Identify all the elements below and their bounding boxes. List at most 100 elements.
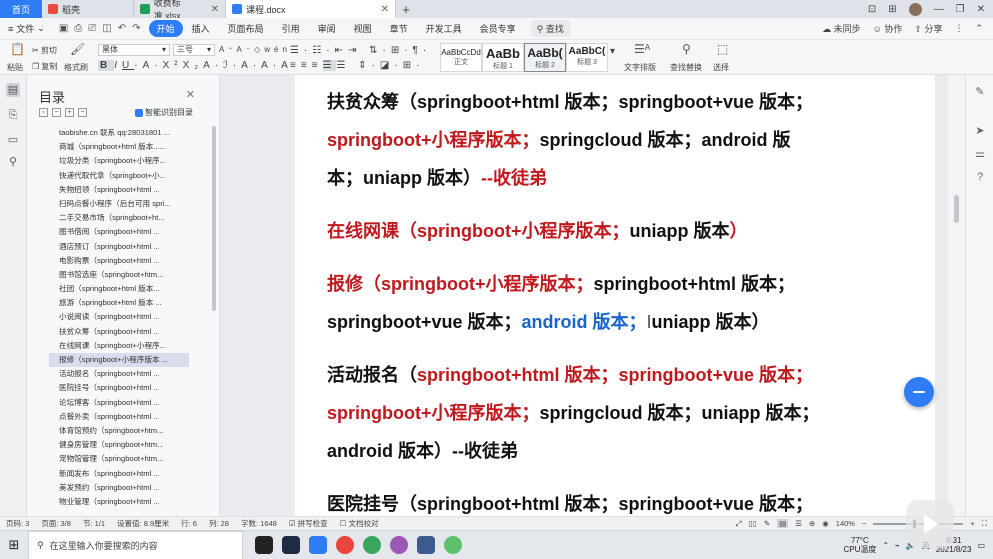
toc-collapse-icon[interactable]: − [52,108,61,117]
menu-review[interactable]: 审阅 [309,22,345,35]
toc-item[interactable]: 旅游（springboot+html 版本 ... [49,296,189,310]
zoom-value[interactable]: 140% [836,519,855,528]
list-buttons[interactable]: ☰·☷·⇤⇥ ⇅·⊞·¶· [290,45,431,56]
chevron-up-icon[interactable]: ⌃ [975,23,983,34]
toc-item[interactable]: 美发预约（springboot+html ... [49,481,189,495]
toc-item[interactable]: 新闻发布（springboot+html ... [49,467,189,481]
smart-toc-button[interactable]: 智能识别目录 [135,107,193,118]
print-icon[interactable]: ⎚ [88,23,96,34]
toc-item[interactable]: taobishe.cn 联系 qq:28031801 ... [49,126,189,140]
status-words[interactable]: 字数: 1648 [235,518,283,529]
toc-item[interactable]: 宠物馆管理（springboot+htm... [49,452,189,466]
search-icon[interactable]: ⚲ [6,155,20,169]
styles-more-icon[interactable]: ▾ [610,46,615,57]
document-line[interactable]: springboot+小程序版本；springcloud 版本；android … [327,121,847,159]
paste-button[interactable]: 粘贴 [7,62,23,73]
wps-writer-icon[interactable] [309,536,327,554]
toc-item[interactable]: 图书馆选座（springboot+htm... [49,268,189,282]
text-layout-icon[interactable]: ☰ᴬ [634,42,650,56]
menu-start[interactable]: 开始 [148,20,183,37]
font-size-adjust[interactable]: A⁺A⁻◇wén [219,45,291,54]
edit-mode-icon[interactable]: ✎ [764,519,770,528]
document-scrollbar[interactable] [948,75,965,516]
toc-item[interactable]: 点餐外卖（springboot+html ... [49,410,189,424]
format-painter-button[interactable]: 格式刷 [64,62,88,73]
toc-item[interactable]: 医院挂号（springboot+html ... [49,381,189,395]
reading-mode-icon[interactable]: ▯▯ [749,519,757,528]
find-replace-button[interactable]: 查找替换 [670,62,702,73]
fit-window-icon[interactable]: ⛶ [982,519,987,529]
document-line[interactable]: 扶贫众筹（springboot+html 版本；springboot+vue 版… [327,83,847,121]
share-button[interactable]: ⇪ 分享 [914,22,942,35]
spellcheck-button[interactable]: ☑ 拼写检查 [283,518,334,529]
document-line[interactable]: 本；uniapp 版本）--收徒弟 [327,159,847,197]
fullscreen-icon[interactable]: ⤢ [736,519,742,529]
cursor-icon[interactable]: ➤ [973,124,987,137]
outline-view-icon[interactable]: ☰ [795,519,802,528]
select-icon[interactable]: ⬚ [717,42,728,56]
undo-icon[interactable]: ↶ [118,23,126,34]
restore-button[interactable]: ❐ [956,4,965,15]
toc-item[interactable]: 扫码点餐小程序（后台可用 spri... [49,197,189,211]
menu-view[interactable]: 视图 [345,22,381,35]
tab-docer[interactable]: 稻壳 [42,0,134,18]
copy-button[interactable]: ❐ 复制 [32,61,57,72]
toc-item[interactable]: 在线网课（springboot+小程序... [49,339,189,353]
chrome-icon[interactable] [336,536,354,554]
notification-icon[interactable]: ▭ [977,541,985,550]
menu-references[interactable]: 引用 [273,22,309,35]
menu-member[interactable]: 会员专享 [471,22,525,35]
document-line[interactable]: springboot+小程序版本；springcloud 版本；uniapp 版… [327,394,847,432]
toc-item[interactable]: 活动报名（springboot+html ... [49,367,189,381]
font-size-select[interactable]: 三号 ▾ [173,44,215,56]
avatar[interactable] [908,2,922,16]
app-icon-2[interactable] [282,536,300,554]
maps-icon[interactable] [363,536,381,554]
toc-add-icon[interactable]: + [65,108,74,117]
toc-item[interactable]: 报修（springboot+小程序版本 ... [49,353,189,368]
zoom-in-icon[interactable]: + [970,519,974,528]
network-icon[interactable]: ⌁ [895,541,900,550]
menu-developer[interactable]: 开发工具 [417,22,471,35]
toc-expand-icon[interactable]: ▫ [39,108,48,117]
app-icon-7[interactable] [417,536,435,554]
document-line[interactable]: android 版本）--收徒弟 [327,432,847,470]
taskbar-search[interactable]: ⚲ 在这里输入你要搜索的内容 [28,530,243,559]
sync-status[interactable]: ☁ 未同步 [822,22,861,35]
style-heading-3[interactable]: AaBbC(标题 3 [566,43,608,72]
doc-check-button[interactable]: ☐ 文档校对 [334,518,385,529]
save-icon[interactable]: ▣ [59,23,68,34]
font-name-select[interactable]: 黑体 ▾ [98,44,170,56]
floating-assistant-icon[interactable] [904,377,934,407]
toc-item[interactable]: 体育馆预约（springboot+htm... [49,424,189,438]
bookmark-icon[interactable]: ⎘ [6,108,20,122]
toc-item[interactable]: 失物招领（springboot+html ... [49,183,189,197]
menu-insert[interactable]: 插入 [183,22,219,35]
file-menu[interactable]: ≡ 文件 ⌄ [0,22,51,35]
redo-icon[interactable]: ↷ [132,23,140,34]
chevron-up-icon[interactable]: ⌃ [882,541,889,550]
menu-search[interactable]: ⚲ 查找 [530,20,570,37]
toc-item[interactable]: 小说阅读（springboot+html ... [49,310,189,324]
thumbnail-icon[interactable]: ▭ [6,133,20,147]
toc-item[interactable]: 扶贫众筹（springboot+html ... [49,325,189,339]
style-heading-1[interactable]: AaBb 标题 1 [482,43,524,72]
toc-item[interactable]: 酒店预订（springboot+html ... [49,240,189,254]
tab-home[interactable]: 首页 [0,0,42,18]
cut-button[interactable]: ✂ 剪切 [32,45,57,56]
toc-item[interactable]: 社团（springboot+html 版本... [49,282,189,296]
toc-scrollbar[interactable] [212,126,216,311]
font-style-buttons[interactable]: B IU·A·X²X₂A·ℐ·A·A·A [98,60,293,71]
toc-item[interactable]: 垃圾分类（springboot+小程序... [49,154,189,168]
toc-item[interactable]: 电影购票（springboot+html ... [49,254,189,268]
document-page[interactable]: 扶贫众筹（springboot+html 版本；springboot+vue 版… [295,75,935,516]
toc-remove-icon[interactable]: − [78,108,87,117]
grid-icon[interactable]: ⊞ [888,4,896,15]
document-line[interactable]: 报修（springboot+小程序版本；springboot+html 版本； [327,265,847,303]
web-view-icon[interactable]: ⊕ [809,519,815,528]
sliders-icon[interactable]: ⚌ [973,147,987,160]
collaborate-button[interactable]: ☺ 协作 [873,22,903,35]
close-icon[interactable]: ✕ [186,88,195,101]
zoom-out-icon[interactable]: − [862,519,866,528]
toc-item[interactable]: 快递代取代拿（springboot+小... [49,169,189,183]
